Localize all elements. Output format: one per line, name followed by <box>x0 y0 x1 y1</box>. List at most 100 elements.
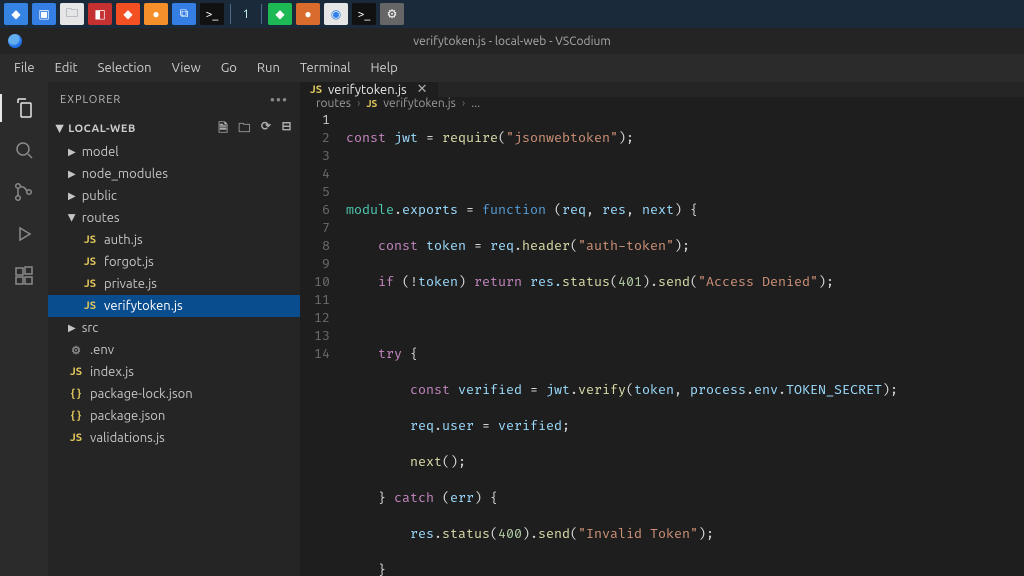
line-number: 10 <box>300 273 330 291</box>
js-file-icon: JS <box>68 366 84 378</box>
line-number: 9 <box>300 255 330 273</box>
line-number: 12 <box>300 309 330 327</box>
tab-label: verifytoken.js <box>328 83 407 97</box>
menu-bar: File Edit Selection View Go Run Terminal… <box>0 54 1024 82</box>
tree-file[interactable]: JS index.js <box>48 361 300 383</box>
tree-item-label: auth.js <box>104 233 143 247</box>
tree-item-label: validations.js <box>90 431 165 445</box>
taskbar-app-doc[interactable]: ◧ <box>88 3 112 25</box>
menu-edit[interactable]: Edit <box>45 57 88 79</box>
menu-terminal[interactable]: Terminal <box>290 57 361 79</box>
tree-item-label: .env <box>90 343 114 357</box>
explorer-sidebar: EXPLORER ••• ▶ LOCAL-WEB 🗎 🗀 ⟳ ⊟ ▶model▶… <box>48 82 300 576</box>
title-bar[interactable]: verifytoken.js - local-web - VSCodium <box>0 28 1024 54</box>
tree-folder[interactable]: ▶node_modules <box>48 163 300 185</box>
js-file-icon: JS <box>82 234 98 246</box>
tree-file[interactable]: ⚙ .env <box>48 339 300 361</box>
js-file-icon: JS <box>68 432 84 444</box>
chevron-right-icon: › <box>357 97 360 110</box>
explorer-more-icon[interactable]: ••• <box>270 92 288 108</box>
code-editor[interactable]: 1234567891011121314 const jwt = require(… <box>300 110 1024 576</box>
chevron-down-icon: ▶ <box>54 125 66 133</box>
menu-go[interactable]: Go <box>211 57 247 79</box>
collapse-icon[interactable]: ⊟ <box>281 119 292 140</box>
js-file-icon: JS <box>82 278 98 290</box>
tree-item-label: public <box>82 189 117 203</box>
js-file-icon: JS <box>366 98 377 109</box>
tree-file[interactable]: JS auth.js <box>48 229 300 251</box>
line-number: 11 <box>300 291 330 309</box>
chevron-right-icon: ▶ <box>68 168 76 180</box>
refresh-icon[interactable]: ⟳ <box>261 119 272 140</box>
tree-item-label: index.js <box>90 365 134 379</box>
start-menu-icon[interactable]: ◆ <box>4 3 28 25</box>
activity-debug-icon[interactable] <box>0 214 48 254</box>
line-number: 5 <box>300 183 330 201</box>
code-content[interactable]: const jwt = require("jsonwebtoken"); mod… <box>346 111 1024 576</box>
line-number: 1 <box>300 111 330 129</box>
new-file-icon[interactable]: 🗎 <box>218 119 228 140</box>
tab-verifytoken[interactable]: JS verifytoken.js ✕ <box>300 82 439 97</box>
activity-extensions-icon[interactable] <box>0 256 48 296</box>
tree-item-label: src <box>82 321 99 335</box>
tree-folder[interactable]: ▶ routes <box>48 207 300 229</box>
taskbar-app-files[interactable]: 🗀 <box>60 3 84 25</box>
explorer-title: EXPLORER <box>60 94 121 106</box>
menu-help[interactable]: Help <box>360 57 407 79</box>
line-number: 7 <box>300 219 330 237</box>
taskbar-workspace-number[interactable]: 1 <box>237 3 255 25</box>
line-number: 3 <box>300 147 330 165</box>
editor-window: verifytoken.js - local-web - VSCodium Fi… <box>0 28 1024 576</box>
tree-file[interactable]: { }package-lock.json <box>48 383 300 405</box>
taskbar-app-brave[interactable]: ◆ <box>116 3 140 25</box>
chevron-down-icon: ▶ <box>66 214 78 222</box>
menu-run[interactable]: Run <box>247 57 290 79</box>
explorer-title-row: EXPLORER ••• <box>48 82 300 117</box>
new-folder-icon[interactable]: 🗀 <box>238 119 251 140</box>
editor-tabs: JS verifytoken.js ✕ <box>300 82 1024 97</box>
tree-folder[interactable]: ▶public <box>48 185 300 207</box>
tree-file[interactable]: JSprivate.js <box>48 273 300 295</box>
tree-item-label: package.json <box>90 409 165 423</box>
taskbar-running-5[interactable]: ⚙ <box>380 3 404 25</box>
taskbar-running-2[interactable]: ● <box>296 3 320 25</box>
tree-file[interactable]: JS validations.js <box>48 427 300 449</box>
taskbar-running-3[interactable]: ◉ <box>324 3 348 25</box>
line-number: 6 <box>300 201 330 219</box>
taskbar-running-4[interactable]: >_ <box>352 3 376 25</box>
chevron-right-icon: ▶ <box>68 322 76 334</box>
taskbar-app-terminal[interactable]: >_ <box>200 3 224 25</box>
menu-view[interactable]: View <box>162 57 211 79</box>
taskbar-app-firefox[interactable]: ● <box>144 3 168 25</box>
activity-scm-icon[interactable] <box>0 172 48 212</box>
gear-icon: ⚙ <box>68 344 84 357</box>
taskbar-separator <box>230 4 231 24</box>
folder-header[interactable]: ▶ LOCAL-WEB 🗎 🗀 ⟳ ⊟ <box>48 117 300 141</box>
taskbar-app-1[interactable]: ▣ <box>32 3 56 25</box>
tree-file[interactable]: JSforgot.js <box>48 251 300 273</box>
close-icon[interactable]: ✕ <box>413 82 428 97</box>
json-file-icon: { } <box>68 410 84 422</box>
taskbar-separator <box>261 4 262 24</box>
line-number: 13 <box>300 327 330 345</box>
taskbar-app-screens[interactable]: ⧉ <box>172 3 196 25</box>
breadcrumbs[interactable]: routes › JS verifytoken.js › ... <box>300 97 1024 110</box>
folder-name: LOCAL-WEB <box>68 123 136 135</box>
menu-selection[interactable]: Selection <box>88 57 162 79</box>
line-number: 2 <box>300 129 330 147</box>
breadcrumb-seg[interactable]: ... <box>471 97 480 110</box>
os-taskbar: ◆ ▣ 🗀 ◧ ◆ ● ⧉ >_ 1 ◆ ● ◉ >_ ⚙ <box>0 0 1024 28</box>
activity-explorer-icon[interactable] <box>0 88 48 128</box>
breadcrumb-seg[interactable]: routes <box>316 97 351 110</box>
activity-search-icon[interactable] <box>0 130 48 170</box>
taskbar-running-1[interactable]: ◆ <box>268 3 292 25</box>
tree-item-label: verifytoken.js <box>104 299 183 313</box>
breadcrumb-seg[interactable]: verifytoken.js <box>383 97 456 110</box>
tree-file[interactable]: { } package.json <box>48 405 300 427</box>
menu-file[interactable]: File <box>4 57 45 79</box>
tree-folder[interactable]: ▶model <box>48 141 300 163</box>
tree-file[interactable]: JSverifytoken.js <box>48 295 300 317</box>
tree-folder[interactable]: ▶ src <box>48 317 300 339</box>
line-number: 14 <box>300 345 330 363</box>
tree-item-label: routes <box>82 211 120 225</box>
